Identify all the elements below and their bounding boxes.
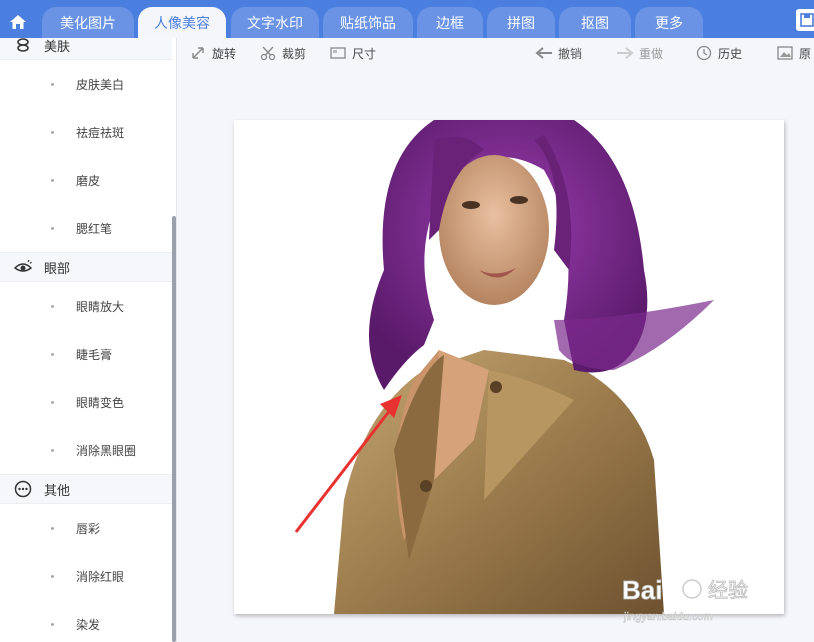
redo-button[interactable]: 重做 (616, 38, 663, 68)
item-label: 消除红眼 (76, 569, 125, 584)
rotate-icon (189, 44, 207, 62)
size-label: 尺寸 (352, 46, 377, 61)
sidebar-item-mascara[interactable]: 睫毛膏 (0, 342, 172, 366)
bullet (51, 226, 54, 230)
crop-label: 裁剪 (282, 46, 307, 61)
clock-icon (695, 44, 713, 62)
home-button[interactable] (0, 5, 36, 38)
top-tab-bar: 美化图片 人像美容 文字水印 贴纸饰品 边框 拼图 抠图 更多 (0, 0, 814, 38)
portrait-photo (234, 120, 784, 614)
bullet (51, 352, 54, 356)
sidebar-item-eye-color[interactable]: 眼睛变色 (0, 390, 172, 414)
item-label: 眼睛变色 (76, 395, 125, 410)
image-icon (776, 44, 794, 62)
sidebar-item-acne-removal[interactable]: 祛痘祛斑 (0, 120, 172, 144)
tab-portrait[interactable]: 人像美容 (138, 7, 226, 38)
section-label: 美肤 (44, 39, 71, 55)
more-icon (14, 480, 32, 498)
bullet (51, 400, 54, 404)
sidebar-item-hair-dye[interactable]: 染发 (0, 612, 172, 636)
svg-text:Bai: Bai (622, 575, 662, 605)
sidebar-item-dark-circles[interactable]: 消除黑眼圈 (0, 438, 172, 462)
undo-arrow-icon (535, 44, 553, 62)
sidebar-item-skin-whitening[interactable]: 皮肤美白 (0, 72, 172, 96)
bullet (51, 178, 54, 182)
rotate-button[interactable]: 旋转 (189, 38, 236, 68)
sidebar: 美肤 皮肤美白 祛痘祛斑 磨皮 腮红笔 眼部 眼睛放大 睫毛膏 眼睛变色 消除黑… (0, 38, 177, 642)
toolbar: 旋转 裁剪 尺寸 撤销 重做 历史 原 (177, 38, 814, 68)
save-button[interactable] (796, 9, 814, 31)
tab-beautify[interactable]: 美化图片 (42, 7, 134, 38)
sidebar-item-blush[interactable]: 腮红笔 (0, 216, 172, 240)
history-label: 历史 (718, 46, 743, 61)
bullet (51, 574, 54, 578)
tab-border[interactable]: 边框 (417, 7, 483, 38)
section-label: 其他 (44, 483, 71, 499)
original-label: 原 (799, 46, 812, 61)
sidebar-scrollbar[interactable] (172, 216, 176, 642)
tab-stickers[interactable]: 贴纸饰品 (323, 7, 413, 38)
sidebar-item-lip-color[interactable]: 唇彩 (0, 516, 172, 540)
item-label: 皮肤美白 (76, 77, 125, 92)
item-label: 祛痘祛斑 (76, 125, 125, 140)
resize-icon (329, 44, 347, 62)
svg-text:jingyan.baidu.com: jingyan.baidu.com (623, 611, 713, 623)
bullet (51, 82, 54, 86)
bullet (51, 448, 54, 452)
svg-text:经验: 经验 (708, 578, 748, 602)
eye-icon (14, 258, 32, 276)
item-label: 磨皮 (76, 173, 101, 188)
rotate-label: 旋转 (212, 46, 237, 61)
item-label: 眼睛放大 (76, 299, 125, 314)
skin-icon (14, 38, 32, 54)
scissors-icon (259, 44, 277, 62)
size-button[interactable]: 尺寸 (329, 38, 376, 68)
sidebar-item-eye-enlarge[interactable]: 眼睛放大 (0, 294, 172, 318)
baidu-watermark: Bai 经验 jingyan.baidu.com (622, 567, 772, 627)
item-label: 睫毛膏 (76, 347, 113, 362)
bullet (51, 622, 54, 626)
history-button[interactable]: 历史 (695, 38, 742, 68)
item-label: 唇彩 (76, 521, 101, 536)
sidebar-item-red-eye[interactable]: 消除红眼 (0, 564, 172, 588)
tab-more[interactable]: 更多 (635, 7, 703, 38)
item-label: 腮红笔 (76, 221, 113, 236)
tab-cutout[interactable]: 抠图 (559, 7, 631, 38)
undo-label: 撤销 (558, 46, 583, 61)
tab-text-watermark[interactable]: 文字水印 (231, 7, 319, 38)
item-label: 消除黑眼圈 (76, 443, 137, 458)
redo-label: 重做 (639, 46, 664, 61)
section-eyes[interactable]: 眼部 (0, 252, 172, 282)
section-other[interactable]: 其他 (0, 474, 172, 504)
undo-button[interactable]: 撤销 (535, 38, 582, 68)
crop-button[interactable]: 裁剪 (259, 38, 306, 68)
home-icon (10, 14, 26, 29)
tab-collage[interactable]: 拼图 (487, 7, 555, 38)
original-button[interactable]: 原 (776, 38, 811, 68)
image-canvas[interactable] (234, 120, 784, 614)
redo-arrow-icon (616, 44, 634, 62)
sidebar-item-smoothing[interactable]: 磨皮 (0, 168, 172, 192)
save-icon (800, 13, 814, 27)
item-label: 染发 (76, 617, 101, 632)
section-skin[interactable]: 美肤 (0, 38, 172, 60)
bullet (51, 130, 54, 134)
bullet (51, 526, 54, 530)
section-label: 眼部 (44, 261, 71, 277)
bullet (51, 304, 54, 308)
